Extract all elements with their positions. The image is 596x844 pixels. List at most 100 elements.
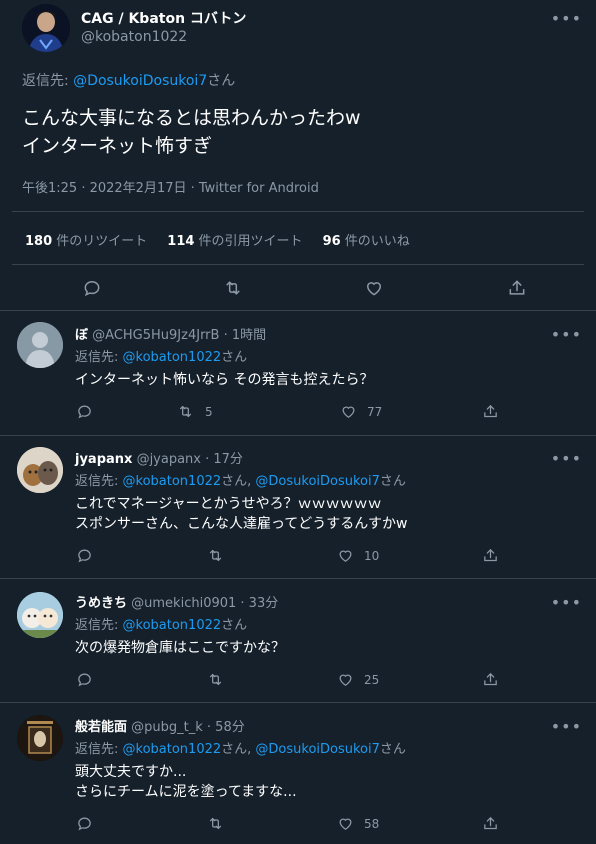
reply-handle-time[interactable]: @umekichi0901 · 33分 xyxy=(131,596,278,611)
reply-icon xyxy=(76,547,93,564)
reply-text: 頭大丈夫ですか... さらにチームに泥を塗ってますな... xyxy=(75,762,297,802)
reply-suffix: さん xyxy=(221,618,248,633)
reply-line1: これでマネージャーとかうせやろ？ｗｗｗｗｗｗ xyxy=(75,496,382,512)
reply-avatar[interactable] xyxy=(17,715,63,761)
share-icon[interactable] xyxy=(507,278,527,298)
reply-label: 返信先: xyxy=(75,474,123,489)
reply-handle-link-2[interactable]: @DosukoiDosukoi7 xyxy=(255,742,379,757)
reply-icon xyxy=(76,671,93,688)
share-button[interactable] xyxy=(482,403,499,420)
reply-text: 次の爆発物倉庫はここですかな？ xyxy=(75,638,285,658)
retweet-icon xyxy=(206,547,225,564)
like-button[interactable]: 25 xyxy=(337,671,379,688)
reply-button[interactable] xyxy=(76,403,93,420)
main-tweet-stats: 180 件のリツイート 114 件の引用ツイート 96 件のいいね xyxy=(25,230,410,249)
like-icon xyxy=(337,547,354,564)
reply-avatar[interactable] xyxy=(17,322,63,368)
share-icon xyxy=(482,403,499,420)
reply-reply-to: 返信先: @kobaton1022さん, @DosukoiDosukoi7さん xyxy=(75,738,406,757)
retweet-icon[interactable] xyxy=(222,278,244,298)
reply-handle-link[interactable]: @DosukoiDosukoi7 xyxy=(73,73,207,89)
like-icon[interactable] xyxy=(364,278,384,298)
reply-handle-time[interactable]: @pubg_t_k · 58分 xyxy=(131,720,245,735)
main-avatar[interactable] xyxy=(22,4,70,52)
reply-icon xyxy=(76,815,93,832)
like-count: 77 xyxy=(367,404,383,419)
reply-avatar[interactable] xyxy=(17,447,63,493)
retweet-count: 5 xyxy=(205,404,213,419)
main-tweet-line2: インターネット怖すぎ xyxy=(22,135,213,157)
retweet-count-stat[interactable]: 180 件のリツイート xyxy=(25,230,147,249)
divider xyxy=(12,264,584,265)
retweet-button[interactable] xyxy=(206,547,235,564)
reply-display-name[interactable]: うめきち xyxy=(75,596,127,611)
more-icon[interactable]: ••• xyxy=(551,719,582,735)
stat-num: 114 xyxy=(167,234,195,249)
main-reply-to: 返信先: @DosukoiDosukoi7さん xyxy=(22,70,235,90)
retweet-button[interactable] xyxy=(206,671,235,688)
more-icon[interactable]: ••• xyxy=(551,327,582,343)
reply-handle-link[interactable]: @kobaton1022 xyxy=(123,350,222,365)
reply-button[interactable] xyxy=(76,547,93,564)
reply-handle-link[interactable]: @kobaton1022 xyxy=(123,618,222,633)
reply-display-name[interactable]: 般若能面 xyxy=(75,720,127,735)
reply-suffix: さん xyxy=(207,73,236,89)
stat-num: 96 xyxy=(322,234,341,249)
share-button[interactable] xyxy=(482,547,499,564)
like-icon xyxy=(337,815,354,832)
reply-suffix: さん xyxy=(221,350,248,365)
retweet-icon xyxy=(206,671,225,688)
more-icon[interactable]: ••• xyxy=(551,451,582,467)
reply-header: うめきち @umekichi0901 · 33分 xyxy=(75,592,278,611)
stat-label: 件のリツイート xyxy=(52,234,148,249)
reply-button[interactable] xyxy=(76,671,93,688)
divider xyxy=(0,435,596,436)
main-tweet-text: こんな大事になるとは思わんかったわw インターネット怖すぎ xyxy=(22,104,361,160)
retweet-icon xyxy=(176,403,195,420)
retweet-icon xyxy=(206,815,225,832)
reply-line1: 次の爆発物倉庫はここですかな？ xyxy=(75,640,285,656)
reply-display-name[interactable]: jyapanx xyxy=(75,452,132,467)
reply-header: 般若能面 @pubg_t_k · 58分 xyxy=(75,716,245,735)
like-count-stat[interactable]: 96 件のいいね xyxy=(323,230,410,249)
reply-avatar[interactable] xyxy=(17,592,63,638)
reply-handle-link[interactable]: @kobaton1022 xyxy=(123,474,222,489)
main-display-name[interactable]: CAG / Kbaton コバトン xyxy=(81,8,246,28)
more-icon[interactable]: ••• xyxy=(551,11,582,27)
reply-button[interactable] xyxy=(76,815,93,832)
like-count: 25 xyxy=(364,672,380,687)
main-handle[interactable]: @kobaton1022 xyxy=(81,29,187,45)
reply-icon[interactable] xyxy=(82,278,102,298)
reply-text: これでマネージャーとかうせやろ？ｗｗｗｗｗｗ スポンサーさん、こんな人達雇ってど… xyxy=(75,494,407,534)
stat-label: 件のいいね xyxy=(340,234,410,249)
reply-handle-time[interactable]: @ACHG5Hu9Jz4JrrB · 1時間 xyxy=(92,328,266,343)
quote-count-stat[interactable]: 114 件の引用ツイート xyxy=(167,230,302,249)
like-button[interactable]: 77 xyxy=(340,403,382,420)
like-icon xyxy=(340,403,357,420)
like-button[interactable]: 58 xyxy=(337,815,379,832)
like-button[interactable]: 10 xyxy=(337,547,379,564)
reply-handle-link-2[interactable]: @DosukoiDosukoi7 xyxy=(255,474,379,489)
reply-display-name[interactable]: ぼ xyxy=(75,328,88,343)
share-icon xyxy=(482,671,499,688)
reply-label: 返信先: xyxy=(22,73,74,89)
share-icon xyxy=(482,547,499,564)
share-button[interactable] xyxy=(482,671,499,688)
reply-text: インターネット怖いなら その発言も控えたら？ xyxy=(75,370,373,390)
reply-label: 返信先: xyxy=(75,618,123,633)
reply-handle-time[interactable]: @jyapanx · 17分 xyxy=(137,452,243,467)
reply-reply-to: 返信先: @kobaton1022さん xyxy=(75,614,247,633)
divider xyxy=(0,578,596,579)
retweet-button[interactable]: 5 xyxy=(176,403,213,420)
reply-handle-link[interactable]: @kobaton1022 xyxy=(123,742,222,757)
reply-line1: インターネット怖いなら その発言も控えたら？ xyxy=(75,372,374,388)
reply-label: 返信先: xyxy=(75,350,123,365)
reply-reply-to: 返信先: @kobaton1022さん xyxy=(75,346,247,365)
more-icon[interactable]: ••• xyxy=(551,595,582,611)
reply-header: ぼ @ACHG5Hu9Jz4JrrB · 1時間 xyxy=(75,324,266,343)
retweet-button[interactable] xyxy=(206,815,235,832)
main-tweet-meta[interactable]: 午後1:25 · 2022年2月17日 · Twitter for Androi… xyxy=(22,177,319,196)
reply-line2: スポンサーさん、こんな人達雇ってどうするんすかw xyxy=(75,516,408,532)
reply-mid: さん, xyxy=(221,742,256,757)
share-button[interactable] xyxy=(482,815,499,832)
